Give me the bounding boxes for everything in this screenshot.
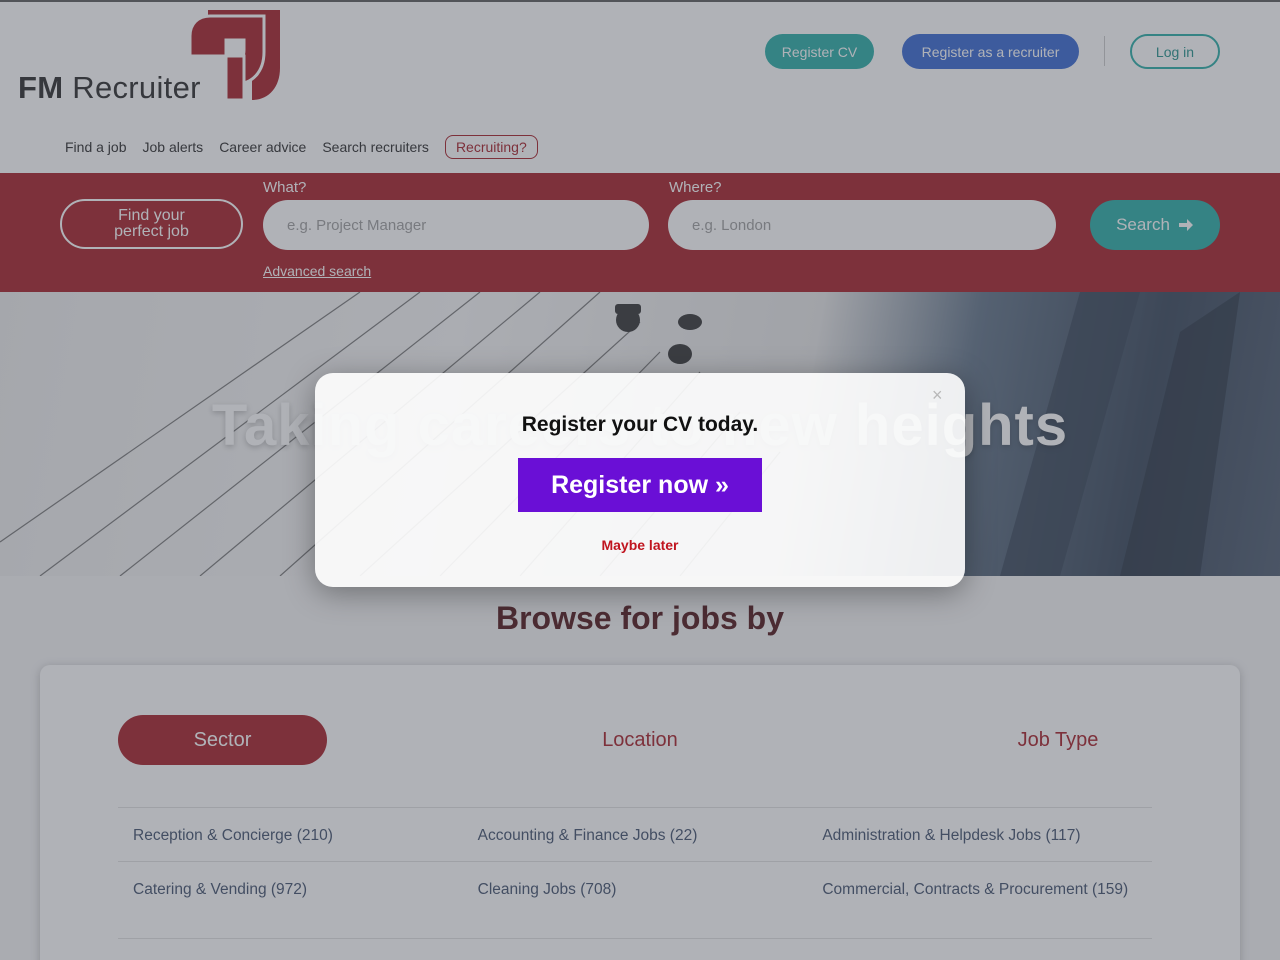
register-cv-modal: × Register your CV today. Register now »… bbox=[315, 373, 965, 587]
modal-title: Register your CV today. bbox=[521, 413, 759, 436]
maybe-later-link[interactable]: Maybe later bbox=[315, 537, 965, 553]
close-icon[interactable]: × bbox=[932, 385, 943, 406]
register-now-button[interactable]: Register now » bbox=[518, 458, 762, 512]
